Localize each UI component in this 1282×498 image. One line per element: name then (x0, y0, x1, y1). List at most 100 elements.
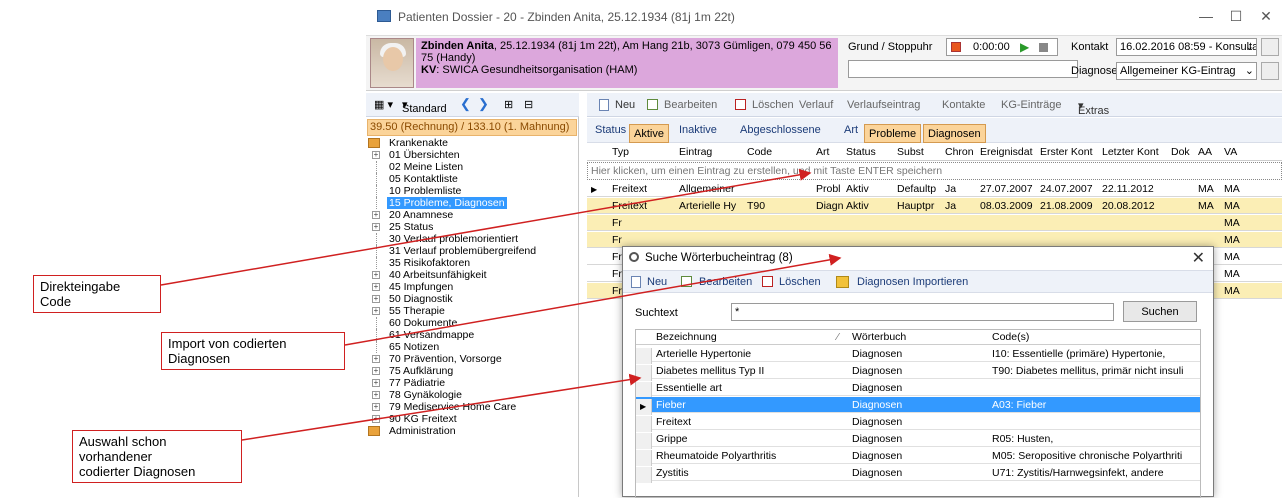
list-item[interactable]: Arterielle Hypertonie Diagnosen I10: Essen… (636, 346, 1200, 364)
tree-item[interactable]: 05 Kontaktliste (367, 173, 579, 185)
filter-probleme[interactable]: Probleme (864, 124, 922, 143)
row-selector[interactable] (636, 365, 652, 381)
col-woerterbuch[interactable]: Wörterbuch (852, 331, 906, 343)
expand-icon[interactable]: + (372, 391, 380, 399)
kg-entries-button[interactable]: KG-Einträge (1001, 99, 1062, 111)
expand-icon[interactable]: + (372, 151, 380, 159)
expand-icon[interactable]: + (372, 283, 380, 291)
tree-item[interactable]: +01 Übersichten (367, 149, 579, 161)
expand-icon[interactable]: + (372, 295, 380, 303)
dialog-edit-button[interactable]: Bearbeiten (699, 276, 752, 288)
diagnose-edit-icon[interactable] (1261, 62, 1279, 80)
maximize-icon[interactable]: ☐ (1221, 6, 1251, 26)
patient-info-box[interactable]: Zbinden Anita, 25.12.1934 (81j 1m 22t), … (416, 38, 838, 88)
tree-item[interactable]: 10 Problemliste (367, 185, 579, 197)
expand-icon[interactable]: + (372, 379, 380, 387)
tree-item[interactable]: +78 Gynäkologie (367, 389, 579, 401)
list-item[interactable]: Zystitis Diagnosen U71: Zystitis/Harnwegsi… (636, 465, 1200, 483)
tree-item[interactable]: +90 KG Freitext (367, 413, 579, 425)
extras-menu[interactable]: Extras ▾ (1078, 99, 1109, 117)
tree-item[interactable]: 35 Risikofaktoren (367, 257, 579, 269)
kontakt-action-icon[interactable] (1261, 38, 1279, 56)
grund-input[interactable] (848, 60, 1078, 78)
row-selector[interactable] (636, 433, 652, 449)
row-selector[interactable] (636, 348, 652, 364)
grid-column-header[interactable]: Status (846, 146, 876, 158)
col-bezeichnung[interactable]: Bezeichnung (656, 331, 717, 343)
dialog-close-icon[interactable]: ✕ (1192, 248, 1205, 268)
filter-aktive[interactable]: Aktive (629, 124, 669, 143)
filter-abgeschlossene[interactable]: Abgeschlossene (740, 124, 821, 136)
diagnose-select[interactable]: Allgemeiner KG-Eintrag ⌄ (1116, 62, 1257, 80)
list-item[interactable]: Rheumatoide Polyarthritis Diagnosen M05: S… (636, 448, 1200, 466)
list-item[interactable]: ▶ Fieber Diagnosen A03: Fieber (636, 397, 1200, 415)
grid-column-header[interactable]: Eintrag (679, 146, 712, 158)
back-icon[interactable]: ❮ (460, 96, 471, 112)
minimize-icon[interactable]: — (1191, 6, 1221, 26)
close-icon[interactable]: ✕ (1251, 6, 1281, 26)
list-item[interactable]: Diabetes mellitus Typ II Diagnosen T90: Di… (636, 363, 1200, 381)
tree-item[interactable]: 60 Dokumente (367, 317, 579, 329)
expand-icon[interactable]: + (372, 223, 380, 231)
grid-column-header[interactable]: Erster Kont (1040, 146, 1093, 158)
forward-icon[interactable]: ❯ (478, 96, 489, 112)
list-item[interactable]: Essentielle art Diagnosen (636, 380, 1200, 398)
list-item[interactable]: Freitext Diagnosen (636, 414, 1200, 432)
expand-icon[interactable]: + (372, 211, 380, 219)
stop-icon[interactable] (1039, 43, 1048, 52)
tree-item[interactable]: Administration (367, 425, 579, 437)
expand-icon[interactable]: + (372, 403, 380, 411)
tree-item[interactable]: +20 Anamnese (367, 209, 579, 221)
expand-icon[interactable]: + (372, 367, 380, 375)
record-icon[interactable] (951, 42, 961, 52)
verlauf-button[interactable]: Verlauf (799, 99, 833, 111)
tree-item[interactable]: +40 Arbeitsunfähigkeit (367, 269, 579, 281)
table-row[interactable]: ▶ Freitext Allgemeiner Probl Aktiv Defaultp Ja… (587, 181, 1282, 197)
standard-dropdown[interactable]: Standard ▾ (402, 98, 447, 115)
grid-column-header[interactable]: Ereignisdat (980, 146, 1033, 158)
row-selector[interactable] (636, 450, 652, 466)
tree-item[interactable]: 02 Meine Listen (367, 161, 579, 173)
tree-item[interactable]: +50 Diagnostik (367, 293, 579, 305)
grid-column-header[interactable]: VA (1224, 146, 1237, 158)
collapse-all-icon[interactable]: ⊟ (524, 98, 533, 111)
edit-button[interactable]: Bearbeiten (664, 99, 717, 111)
grid-column-header[interactable]: Subst (897, 146, 924, 158)
tree-item[interactable]: +75 Aufklärung (367, 365, 579, 377)
suchtext-input[interactable]: * (731, 303, 1114, 321)
tree-item[interactable]: 61 Versandmappe (367, 329, 579, 341)
list-item[interactable]: Grippe Diagnosen R05: Husten, (636, 431, 1200, 449)
tree-item[interactable]: +79 Mediservice Home Care (367, 401, 579, 413)
col-codes[interactable]: Code(s) (992, 331, 1029, 343)
grid-column-header[interactable]: Art (816, 146, 829, 158)
dialog-delete-button[interactable]: Löschen (779, 276, 821, 288)
tree-item[interactable]: 31 Verlauf problemübergreifend (367, 245, 579, 257)
new-row-input[interactable]: Hier klicken, um einen Eintrag zu erstel… (587, 162, 1282, 180)
tree-item[interactable]: +77 Pädiatrie (367, 377, 579, 389)
expand-icon[interactable]: + (372, 307, 380, 315)
row-selector[interactable]: ▶ (636, 399, 652, 415)
kontakt-select[interactable]: 16.02.2016 08:59 - Konsultation ⌄ (1116, 38, 1257, 56)
verlaufseintrag-button[interactable]: Verlaufseintrag (847, 99, 920, 111)
grid-column-header[interactable]: Typ (612, 146, 629, 158)
kontakte-button[interactable]: Kontakte (942, 99, 985, 111)
expand-icon[interactable]: + (372, 415, 380, 423)
grid-column-header[interactable]: Letzter Kont (1102, 146, 1159, 158)
table-row[interactable]: Fr MA (587, 215, 1282, 231)
grid-column-header[interactable]: Code (747, 146, 772, 158)
tree-item[interactable]: +55 Therapie (367, 305, 579, 317)
expand-all-icon[interactable]: ⊞ (504, 98, 513, 111)
tree-item[interactable]: 30 Verlauf problemorientiert (367, 233, 579, 245)
delete-button[interactable]: Löschen (752, 99, 794, 111)
grid-column-header[interactable]: Dok (1171, 146, 1190, 158)
grid-column-header[interactable]: Chron (945, 146, 974, 158)
tree-item[interactable]: +70 Prävention, Vorsorge (367, 353, 579, 365)
row-selector[interactable] (636, 416, 652, 432)
balance-info[interactable]: 39.50 (Rechnung) / 133.10 (1. Mahnung) (367, 119, 577, 136)
play-icon[interactable]: ▶ (1020, 40, 1029, 54)
view-icon[interactable]: ▦ ▾ (374, 98, 393, 111)
tree-item[interactable]: 15 Probleme, Diagnosen (367, 197, 579, 209)
row-selector[interactable] (636, 467, 652, 483)
tree-item[interactable]: +45 Impfungen (367, 281, 579, 293)
import-diagnoses-button[interactable]: Diagnosen Importieren (857, 276, 968, 288)
